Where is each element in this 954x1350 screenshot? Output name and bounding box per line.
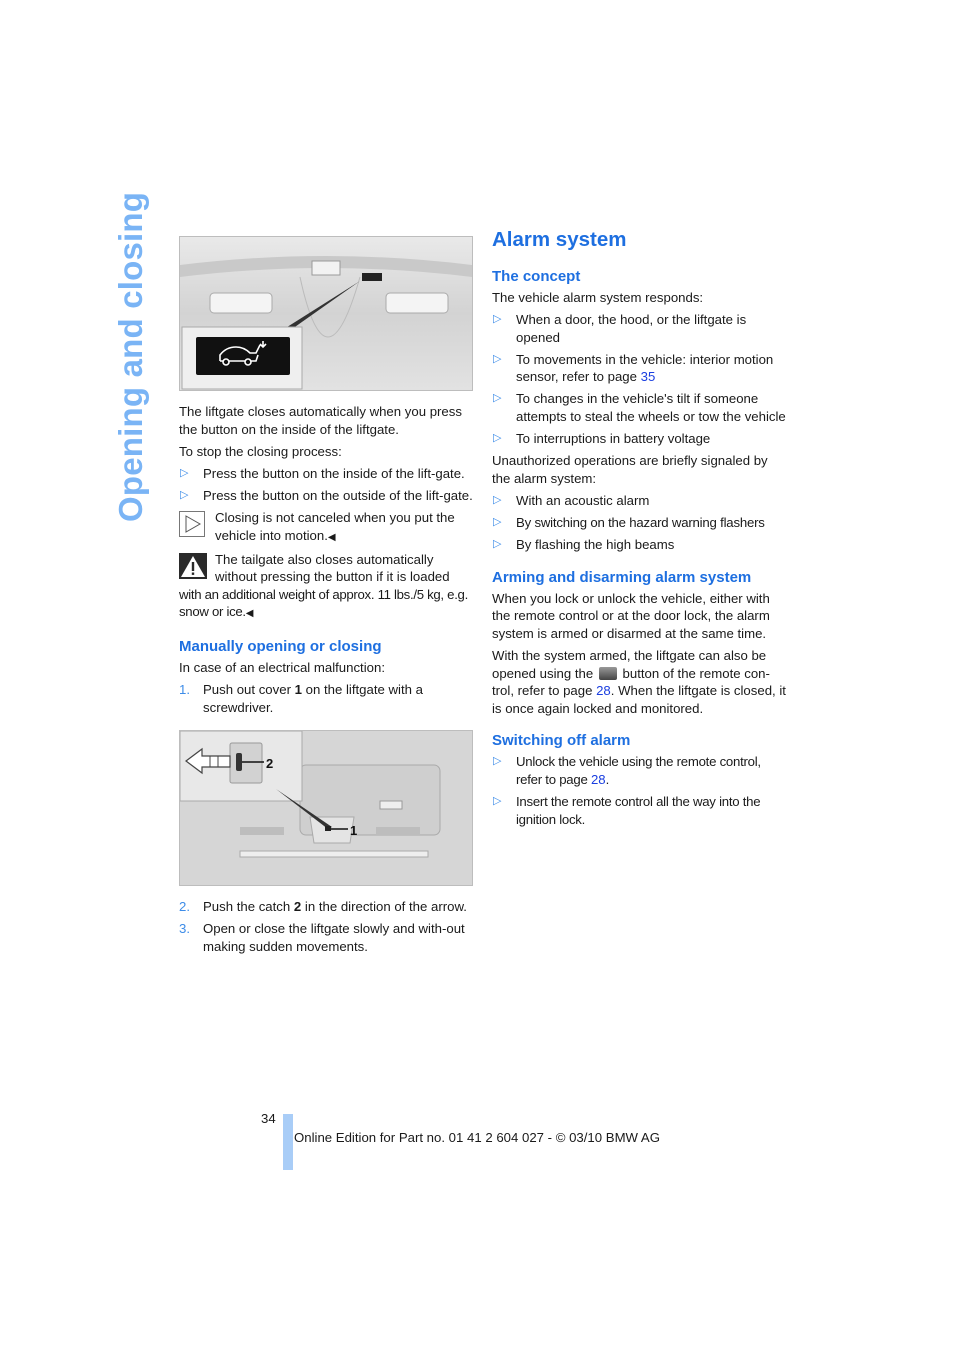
manual-intro: In case of an electrical malfunction: xyxy=(179,660,385,676)
manual-steps-part1: 1. Push out cover 1 on the liftgate with … xyxy=(179,681,475,716)
concept-list: ▷ When a door, the hood, or the liftgate … xyxy=(492,311,788,448)
manual-steps-part2: 2. Push the catch 2 in the direction of t… xyxy=(179,898,475,955)
arming-paragraph-2: With the system armed, the liftgate can … xyxy=(492,648,786,716)
footer-edition-text: Online Edition for Part no. 01 41 2 604 … xyxy=(294,1130,660,1145)
bullet-triangle-icon: ▷ xyxy=(180,466,189,479)
arming-heading: Arming and disarming alarm system xyxy=(492,568,752,586)
signal-list: ▷ With an acoustic alarm ▷ By switching on… xyxy=(492,492,788,554)
list-item: ▷ Unlock the vehicle using the remote con… xyxy=(493,754,761,787)
liftgate-intro: The liftgate closes automatically when y… xyxy=(179,404,462,437)
note-box: Closing is not canceled when you put the… xyxy=(179,509,475,546)
warning-box: The tailgate also closes automatically w… xyxy=(179,551,468,620)
liftgate-close-button xyxy=(196,337,290,375)
bullet-triangle-icon: ▷ xyxy=(493,538,502,551)
bullet-triangle-icon: ▷ xyxy=(493,392,502,405)
step-item: 1. Push out cover 1 on the liftgate with … xyxy=(179,682,423,715)
bullet-triangle-icon: ▷ xyxy=(493,493,502,506)
list-item: ▷ With an acoustic alarm xyxy=(493,492,650,508)
bullet-triangle-icon: ▷ xyxy=(493,516,502,529)
note-triangle-icon xyxy=(179,510,205,537)
liftgate-button-location xyxy=(362,273,382,281)
callout-label-2: 2 xyxy=(266,756,273,771)
liftgate-button-illustration xyxy=(179,236,473,391)
stop-list: ▷ Press the button on the inside of the l… xyxy=(179,465,475,505)
bullet-triangle-icon: ▷ xyxy=(180,488,189,501)
stop-intro: To stop the closing process: xyxy=(179,443,342,459)
bullet-triangle-icon: ▷ xyxy=(493,755,502,768)
list-item: ▷ By flashing the high beams xyxy=(493,537,675,553)
switch-off-list: ▷ Unlock the vehicle using the remote con… xyxy=(492,753,788,828)
page-link-28[interactable]: 28 xyxy=(591,772,606,787)
page-number: 34 xyxy=(261,1111,276,1126)
liftgate-interior-drawing xyxy=(180,256,472,390)
step-item: 2. Push the catch 2 in the direction of t… xyxy=(179,899,467,915)
remote-liftgate-button-icon xyxy=(598,666,617,680)
catch-2 xyxy=(236,753,242,772)
step-item: 3. Open or close the liftgate slowly and … xyxy=(179,921,465,954)
arming-paragraph-1: When you lock or unlock the vehicle, eit… xyxy=(492,590,770,641)
left-column: The liftgate closes automatically when y… xyxy=(179,236,475,960)
bullet-triangle-icon: ▷ xyxy=(493,352,502,365)
signal-intro: Unauthorized operations are briefly sign… xyxy=(492,453,768,486)
page-link-28[interactable]: 28 xyxy=(596,683,611,698)
manual-heading: Manually opening or closing xyxy=(179,638,382,656)
warning-icon xyxy=(179,552,207,579)
concept-heading: The concept xyxy=(492,268,581,285)
bullet-triangle-icon: ▷ xyxy=(493,795,502,808)
concept-intro: The vehicle alarm system responds: xyxy=(492,290,704,305)
list-item: ▷ To interruptions in battery voltage xyxy=(493,431,711,447)
liftgate-catch-drawing: 2 1 xyxy=(180,731,472,886)
switching-off-heading: Switching off alarm xyxy=(492,732,631,750)
section-title: Alarm system xyxy=(492,228,627,251)
list-item: ▷ To movements in the vehicle: interior m… xyxy=(493,351,774,385)
emergency-release-illustration: 2 1 xyxy=(179,730,473,887)
cover-1 xyxy=(325,826,331,832)
list-item: ▷ Press the button on the inside of the l… xyxy=(180,465,465,481)
bullet-triangle-icon: ▷ xyxy=(493,313,502,326)
right-column: Alarm system The concept The vehicle ala… xyxy=(492,227,788,833)
list-item: ▷ By switching on the hazard warning flas… xyxy=(493,515,765,531)
list-item: ▷ When a door, the hood, or the liftgate … xyxy=(493,312,747,345)
bullet-triangle-icon: ▷ xyxy=(493,432,502,445)
list-item: ▷ Insert the remote control all the way i… xyxy=(493,794,761,827)
list-item: ▷ To changes in the vehicle's tilt if som… xyxy=(493,391,786,425)
list-item: ▷ Press the button on the outside of the … xyxy=(180,487,473,503)
callout-label-1: 1 xyxy=(350,823,357,838)
footer-accent-bar xyxy=(283,1114,293,1170)
page-link-35[interactable]: 35 xyxy=(641,369,656,384)
chapter-side-title: Opening and closing xyxy=(112,191,149,522)
